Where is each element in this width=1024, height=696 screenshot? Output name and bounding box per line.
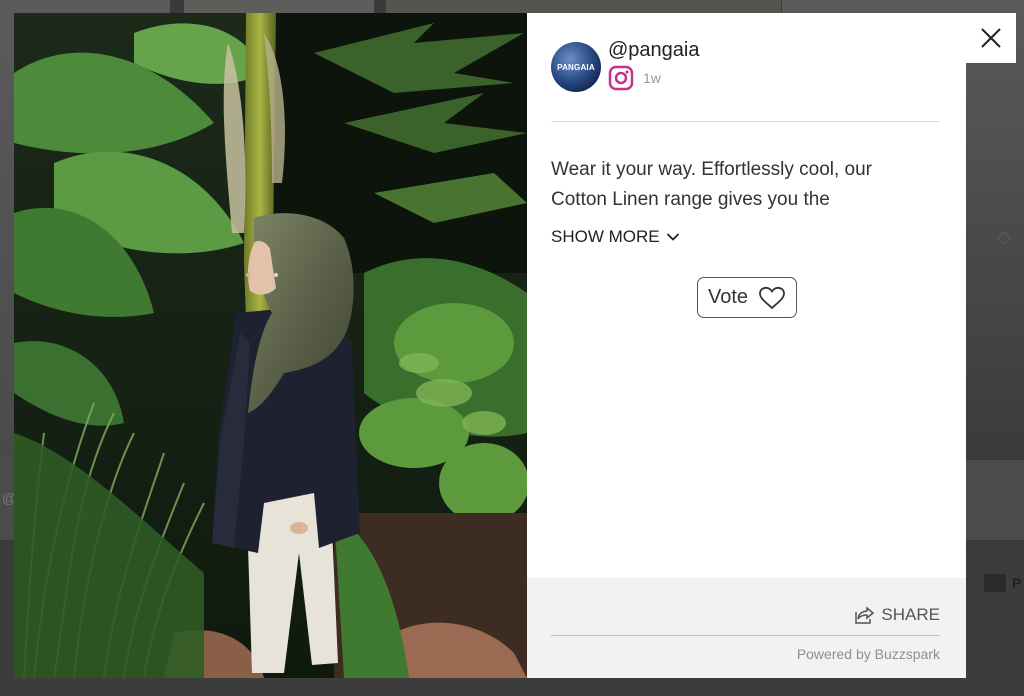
chevron-down-icon: [666, 233, 679, 241]
background-text-fragment: P: [1012, 575, 1022, 591]
post-image[interactable]: [14, 13, 527, 678]
vote-label: Vote: [707, 286, 749, 308]
post-caption: Wear it your way. Effortlessly cool, our…: [551, 159, 873, 210]
background-control-icon: [998, 232, 1010, 244]
author-handle[interactable]: @pangaia: [608, 39, 699, 62]
lightbox-stage: @ P PANGAIA @pangaia 1w Wear it your way…: [0, 0, 1024, 696]
show-more-button[interactable]: SHOW MORE: [551, 227, 680, 247]
avatar-label: PANGAIA: [557, 62, 595, 72]
close-button[interactable]: [966, 13, 1016, 63]
close-icon: [981, 28, 1001, 48]
instagram-icon[interactable]: [608, 65, 634, 91]
footer-divider: [551, 635, 940, 636]
avatar[interactable]: PANGAIA: [551, 42, 601, 92]
header-divider: [551, 121, 940, 122]
post-modal: PANGAIA @pangaia 1w Wear it your way. Ef…: [14, 13, 1016, 678]
show-more-label: SHOW MORE: [551, 227, 660, 246]
background-flag-icon: [984, 574, 1006, 592]
share-label: SHARE: [881, 605, 940, 624]
post-age: 1w: [643, 70, 661, 86]
post-footer: SHARE Powered by Buzzspark: [527, 578, 966, 678]
share-button[interactable]: SHARE: [855, 605, 940, 625]
vote-button[interactable]: Vote: [697, 277, 797, 318]
share-icon: [855, 606, 875, 624]
powered-by-link[interactable]: Powered by Buzzspark: [797, 646, 940, 662]
post-photo-illustration: [14, 13, 527, 678]
heart-icon: [759, 286, 785, 309]
post-details-panel: PANGAIA @pangaia 1w Wear it your way. Ef…: [527, 13, 966, 678]
